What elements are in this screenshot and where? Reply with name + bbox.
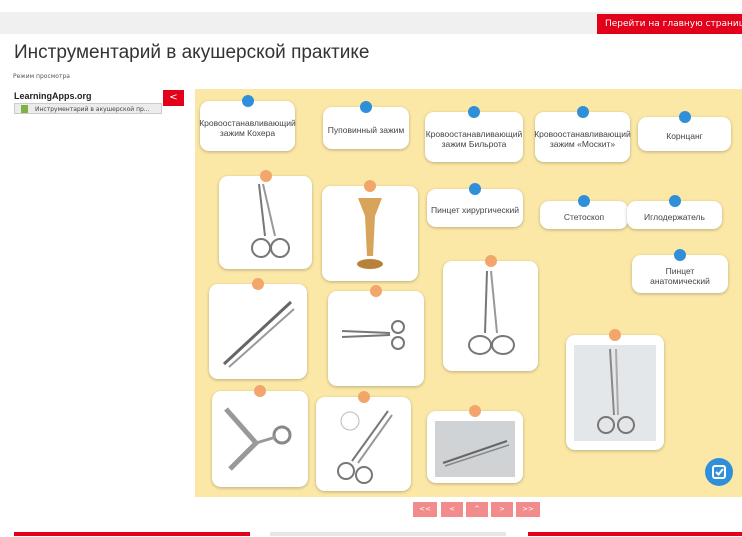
pin-marker — [360, 101, 372, 113]
collapse-sidebar-button[interactable]: < — [163, 90, 184, 106]
pin-marker — [241, 95, 254, 107]
pin-marker — [678, 111, 691, 123]
umbilical-clamp-image — [224, 407, 292, 471]
card-label: Кровоостанавливающий зажим Кохера — [199, 118, 296, 138]
pager-prev-button[interactable]: < — [441, 502, 463, 517]
pin-marker — [469, 183, 481, 195]
view-mode-label: Режим просмотра — [13, 73, 70, 80]
image-card-pintset-photo[interactable] — [427, 405, 523, 483]
pager-first-button[interactable]: << — [413, 502, 437, 517]
footer-bar-left — [14, 532, 250, 536]
card-pintset-anat[interactable]: Пинцет анатомический — [632, 249, 728, 293]
card-stetoskop[interactable]: Стетоскоп — [540, 195, 628, 229]
tweezers-image — [222, 300, 295, 368]
mosquito-clamp-image — [337, 410, 393, 484]
sidebar-app-label: Инструментарий в акушерской пр... — [35, 106, 150, 113]
obstetric-stethoscope-image — [357, 198, 383, 269]
card-label: Пинцет анатомический — [650, 266, 710, 286]
pager-last-button[interactable]: >> — [516, 502, 540, 517]
card-korntsang[interactable]: Корнцанг — [638, 111, 731, 151]
sidebar-app-item[interactable]: Инструментарий в акушерской пр... — [14, 103, 162, 114]
card-label: Кровоостанавливающий зажим «Москит» — [534, 129, 631, 149]
footer-bar-center — [270, 532, 506, 536]
card-pupovinny[interactable]: Пуповинный зажим — [323, 101, 409, 149]
hemostatic-clamp-image — [251, 183, 290, 258]
image-card-forceps[interactable] — [209, 278, 307, 379]
learningapps-brand[interactable]: LearningApps.org — [14, 91, 92, 101]
anatomical-tweezers-image — [435, 421, 515, 477]
card-pintset-hir[interactable]: Пинцет хирургический — [427, 183, 523, 227]
card-label: Пуповинный зажим — [327, 125, 405, 135]
card-koher[interactable]: Кровоостанавливающий зажим Кохера — [199, 95, 296, 151]
image-card-photo-clamp[interactable] — [566, 329, 664, 450]
pin-marker — [578, 195, 590, 207]
image-card-mosquito[interactable] — [316, 391, 411, 491]
card-label: Кровоостанавливающий зажим Бильрота — [425, 129, 523, 149]
pager-next-button[interactable]: > — [491, 502, 513, 517]
card-label: Стетоскоп — [563, 212, 605, 222]
image-card-clamp[interactable] — [219, 170, 312, 269]
pager-up-button[interactable]: ^ — [466, 502, 488, 517]
image-card-long-clamp[interactable] — [443, 255, 538, 371]
app-file-icon — [21, 105, 28, 113]
pin-marker — [576, 106, 589, 118]
pin-marker — [674, 249, 686, 261]
activity-board: Кровоостанавливающий зажим Кохера Пупови… — [195, 89, 742, 497]
check-icon — [712, 465, 726, 479]
pin-marker — [668, 195, 681, 207]
card-moskit[interactable]: Кровоостанавливающий зажим «Москит» — [534, 106, 631, 162]
page-title: Инструментарий в акушерской практике — [14, 42, 370, 63]
card-label: Корнцанг — [666, 131, 703, 141]
card-bilrot[interactable]: Кровоостанавливающий зажим Бильрота — [425, 106, 523, 162]
image-card-umbilical-clamp[interactable] — [212, 385, 308, 487]
check-answers-button[interactable] — [705, 458, 733, 486]
korntsang-photo-image — [574, 345, 656, 441]
pin-marker — [468, 106, 480, 118]
card-label: Пинцет хирургический — [431, 205, 520, 215]
card-label: Иглодержатель — [644, 212, 705, 222]
footer-bar-right — [528, 532, 742, 536]
main-page-link[interactable]: Перейти на главную страницу курса — [597, 14, 742, 34]
card-iglo[interactable]: Иглодержатель — [627, 195, 722, 229]
image-card-stethoscope[interactable] — [322, 180, 418, 281]
image-card-scissors-clamp[interactable] — [328, 285, 424, 386]
long-clamp-image — [468, 270, 515, 355]
needle-holder-image — [341, 320, 405, 350]
